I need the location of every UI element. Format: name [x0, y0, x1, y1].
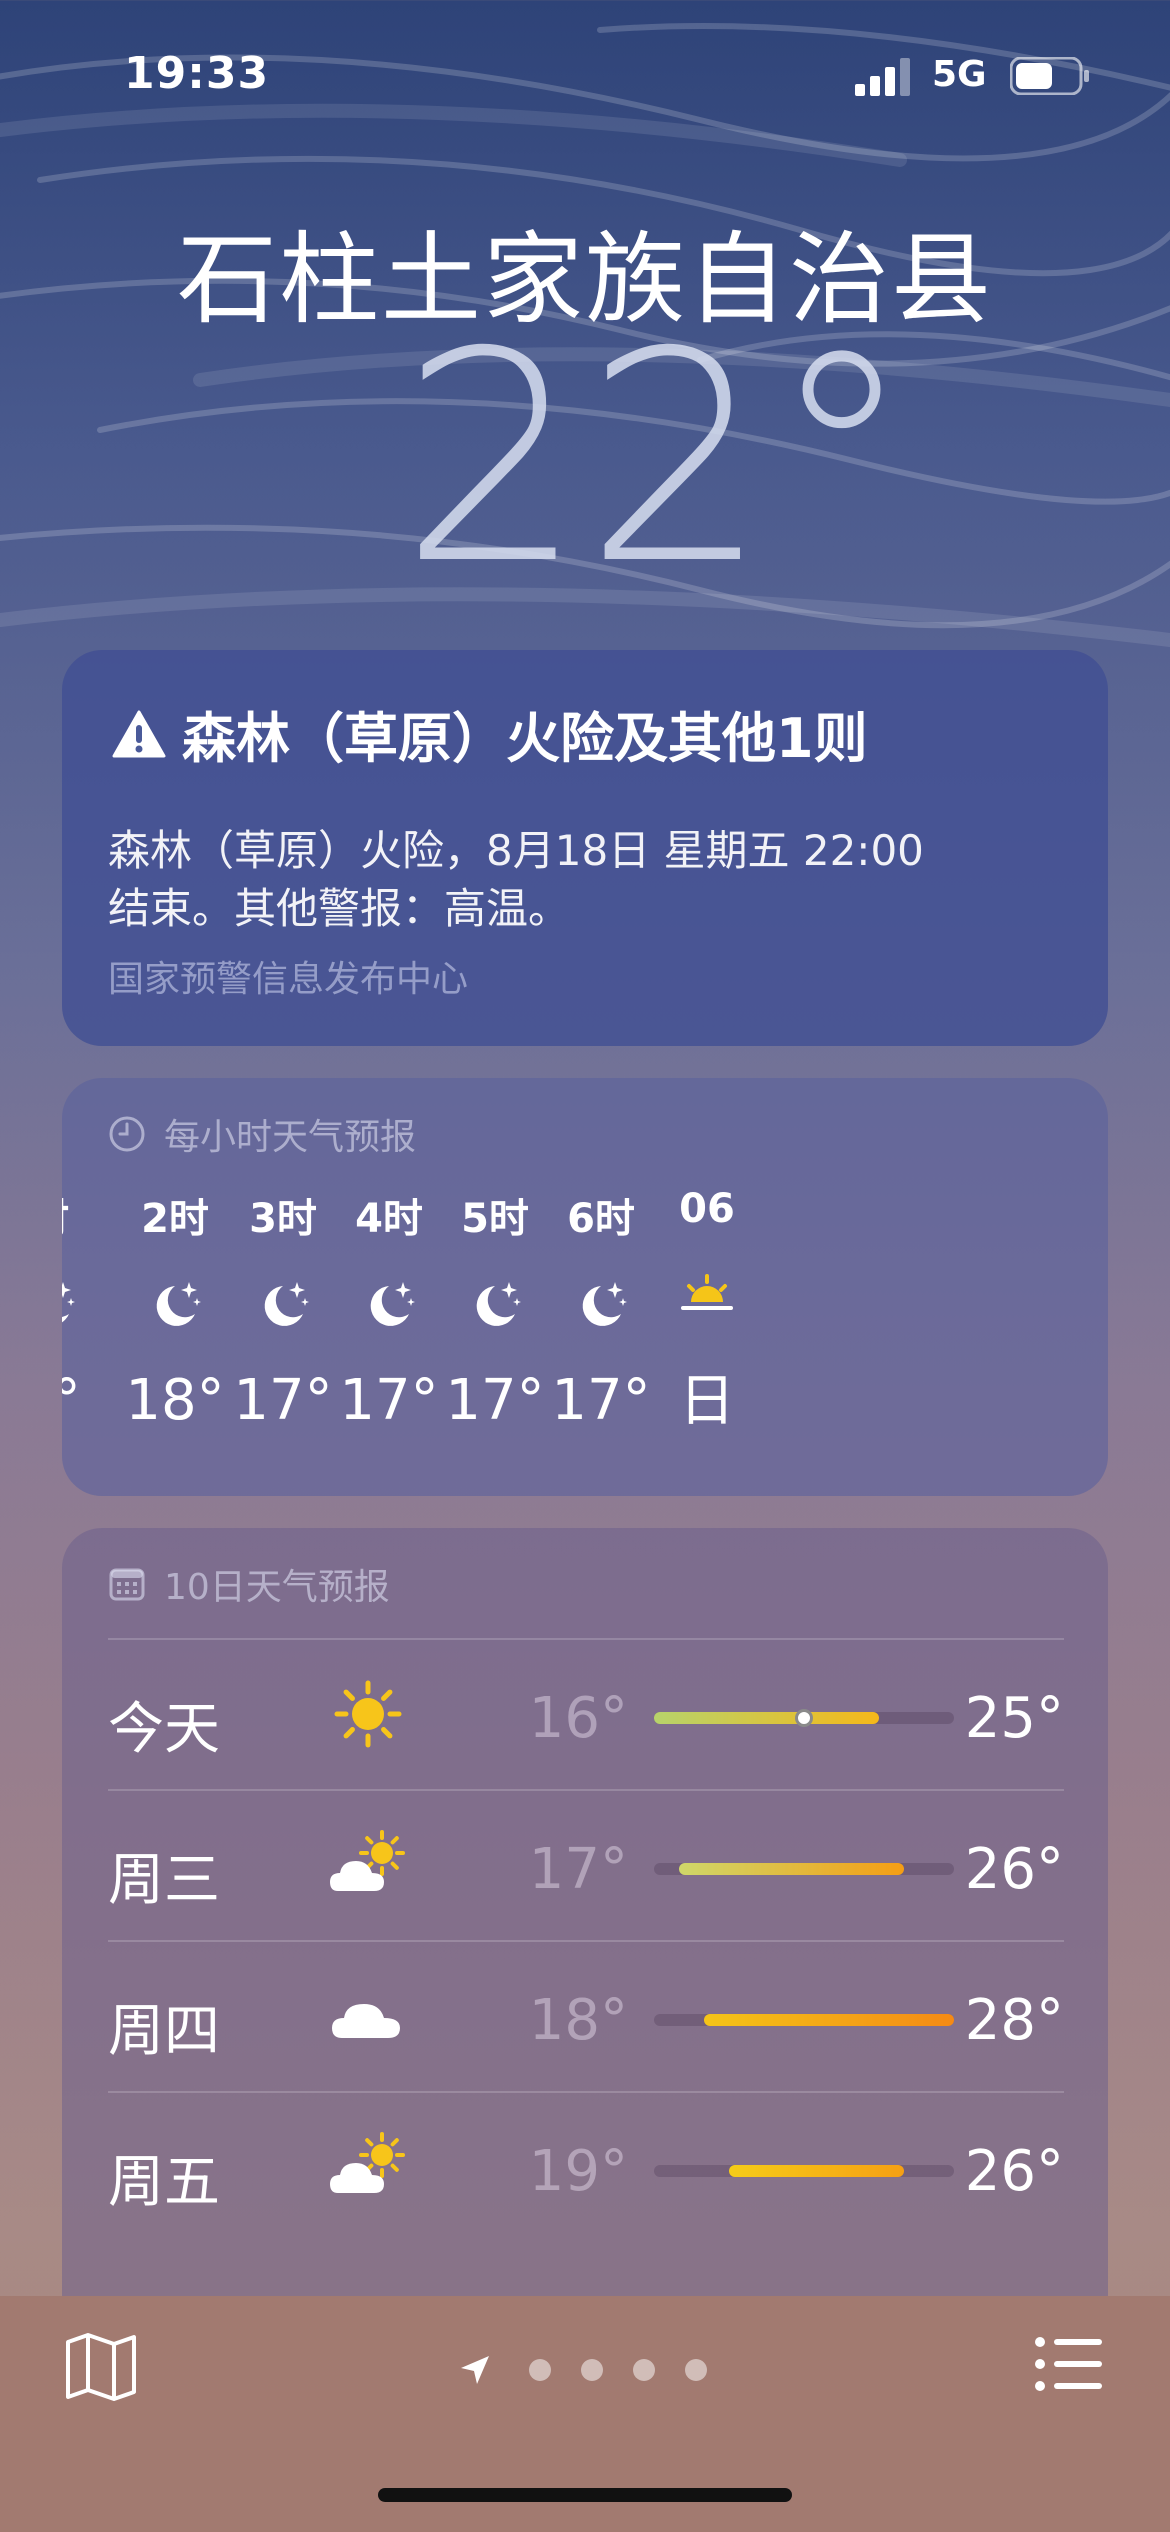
moon-stars-icon [571, 1274, 631, 1334]
moon-stars-icon [465, 1274, 525, 1334]
location-arrow-icon [461, 2356, 489, 2384]
hourly-forecast-header: 每小时天气预报 [108, 1108, 416, 1160]
day-high-temp: 25° [964, 1686, 1064, 1751]
temp-range-bar [654, 2014, 954, 2026]
day-name: 周四 [108, 1999, 220, 2064]
day-name: 周五 [108, 2150, 220, 2215]
hourly-time: 06 [679, 1186, 735, 1232]
temp-range-fill [654, 1712, 879, 1724]
day-high-temp: 26° [964, 2139, 1064, 2204]
day-low-temp: 17° [528, 1837, 628, 1902]
hourly-temp: 日 [679, 1369, 735, 1434]
warning-triangle-icon [112, 710, 166, 757]
page-dot[interactable] [633, 2359, 655, 2381]
battery-icon [1010, 57, 1089, 95]
status-time: 19:33 [124, 48, 270, 99]
bottom-toolbar [0, 2296, 1170, 2532]
daily-forecast-row[interactable]: 周四 18° 28° [108, 1940, 1064, 2092]
alert-description: 森林（草原）火险，8月18日 星期五 22:00 结束。其他警报：高温。 [108, 822, 1068, 938]
temp-range-fill [704, 2014, 954, 2026]
current-temp-dot [795, 1709, 813, 1727]
page-dot[interactable] [581, 2359, 603, 2381]
hourly-forecast-card[interactable]: 每小时天气预报 时3°2时18°3时17°4时17°5时17°6时17°06日 [62, 1078, 1108, 1496]
partly-cloudy-icon [328, 1829, 408, 1901]
weather-alert-card[interactable]: 森林（草原）火险及其他1则 森林（草原）火险，8月18日 星期五 22:00 结… [62, 650, 1108, 1046]
page-dot[interactable] [529, 2359, 551, 2381]
page-dot[interactable] [685, 2359, 707, 2381]
status-bar: 19:33 5G [0, 0, 1170, 150]
cloud-icon [328, 1980, 408, 2052]
daily-forecast-row[interactable]: 今天 16° 25° [108, 1638, 1064, 1790]
alert-title: 森林（草原）火险及其他1则 [182, 707, 868, 770]
daily-forecast-title: 10日天气预报 [164, 1567, 390, 1608]
temp-range-bar [654, 1863, 954, 1875]
list-icon[interactable] [1034, 2336, 1104, 2392]
hourly-item: 06 日 [632, 1186, 782, 1437]
cellular-signal-icon [855, 58, 910, 96]
sunrise-icon [677, 1262, 737, 1322]
alert-description-line: 结束。其他警报：高温。 [108, 884, 571, 933]
calendar-icon [109, 1568, 145, 1601]
alert-title-row: 森林（草原）火险及其他1则 [112, 694, 868, 773]
clock-icon [109, 1116, 145, 1152]
page-indicator[interactable] [458, 2350, 722, 2390]
alert-description-line: 森林（草原）火险，8月18日 星期五 22:00 [108, 826, 924, 875]
day-low-temp: 19° [528, 2139, 628, 2204]
moon-stars-icon [253, 1274, 313, 1334]
temp-range-bar [654, 1709, 954, 1727]
home-indicator[interactable] [378, 2488, 792, 2502]
temp-range-bar [654, 2165, 954, 2177]
day-high-temp: 26° [964, 1837, 1064, 1902]
partly-cloudy-icon [328, 2131, 408, 2203]
temp-range-fill [679, 1863, 904, 1875]
day-low-temp: 16° [528, 1686, 628, 1751]
temp-range-fill [729, 2165, 904, 2177]
day-name: 今天 [108, 1697, 220, 1762]
map-icon[interactable] [64, 2332, 138, 2402]
hourly-forecast-title: 每小时天气预报 [164, 1117, 417, 1158]
moon-stars-icon [62, 1274, 79, 1334]
sun-icon [328, 1678, 408, 1750]
day-low-temp: 18° [528, 1988, 628, 2053]
daily-forecast-row[interactable]: 周三 17° 26° [108, 1789, 1064, 1941]
day-name: 周三 [108, 1848, 220, 1913]
moon-stars-icon [145, 1274, 205, 1334]
alert-source: 国家预警信息发布中心 [108, 959, 469, 1000]
moon-stars-icon [359, 1274, 419, 1334]
network-type: 5G [932, 54, 987, 95]
daily-forecast-row[interactable]: 周五 19° 26° [108, 2091, 1064, 2243]
daily-forecast-header: 10日天气预报 [108, 1558, 390, 1610]
current-temperature: 22° [400, 291, 915, 628]
day-high-temp: 28° [964, 1988, 1064, 2053]
